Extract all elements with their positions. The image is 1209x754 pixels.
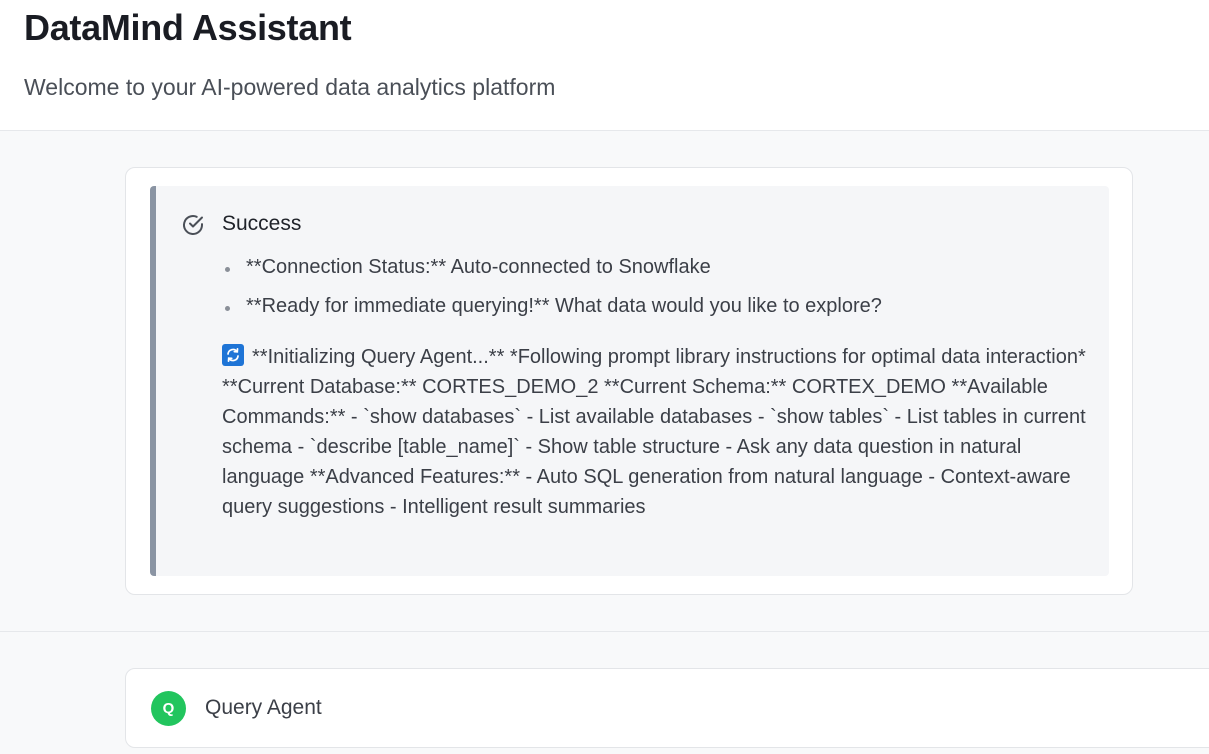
list-item: **Connection Status:** Auto-connected to… [222, 254, 882, 293]
app-subtitle: Welcome to your AI-powered data analytic… [24, 74, 556, 100]
bullet-text: **Ready for immediate querying!** What d… [246, 295, 882, 317]
alert-title: Success [222, 212, 302, 235]
list-item: **Ready for immediate querying!** What d… [222, 293, 882, 332]
chat-message-card: Success **Connection Status:** Auto-conn… [125, 167, 1133, 595]
page-header: DataMind Assistant Welcome to your AI-po… [0, 0, 1209, 131]
section-divider [0, 631, 1209, 632]
agent-init-text: **Initializing Query Agent...** *Followi… [222, 342, 1092, 522]
app-title: DataMind Assistant [24, 7, 352, 48]
success-alert: Success **Connection Status:** Auto-conn… [150, 186, 1109, 576]
bullet-text: **Connection Status:** Auto-connected to… [246, 256, 711, 278]
avatar: Q [151, 691, 186, 726]
agent-name: Query Agent [205, 696, 322, 719]
check-circle-icon [181, 213, 205, 237]
bullet-dot [225, 306, 230, 311]
query-agent-message: Q Query Agent [125, 668, 1209, 748]
sync-icon [222, 344, 244, 366]
bullet-dot [225, 267, 230, 272]
agent-init-body: **Initializing Query Agent...** *Followi… [222, 346, 1086, 518]
status-bullet-list: **Connection Status:** Auto-connected to… [222, 254, 882, 332]
